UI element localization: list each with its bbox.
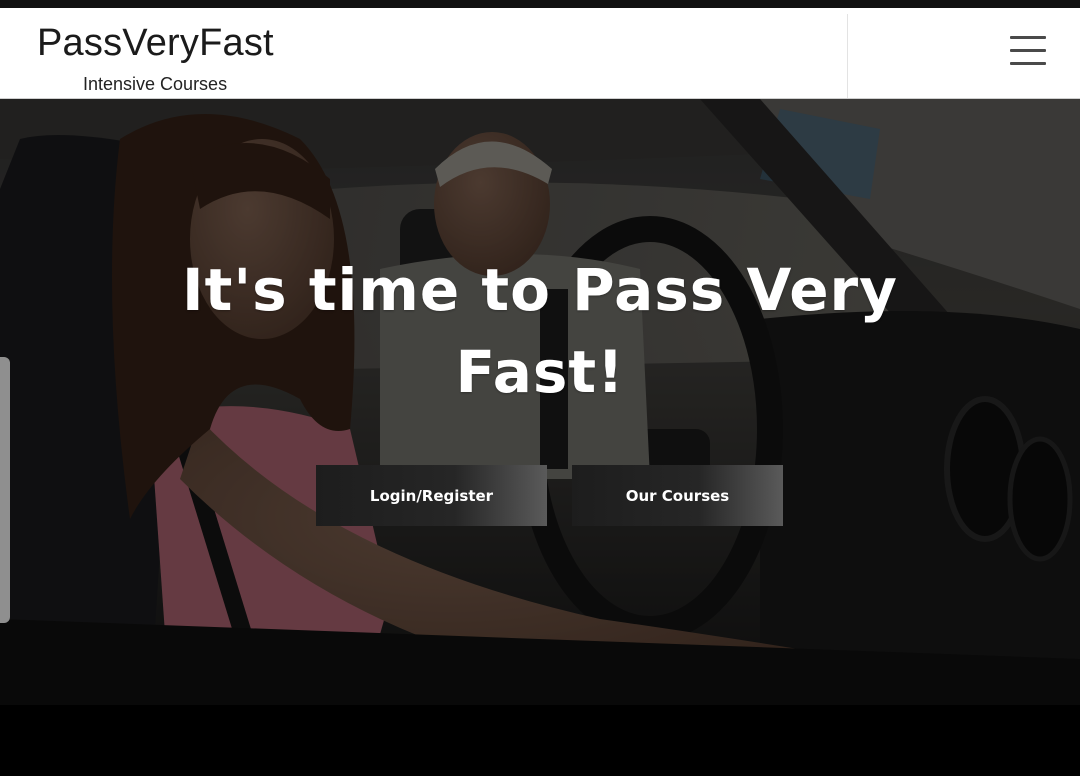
status-strip [0, 0, 1080, 8]
hero-title: It's time to Pass Very Fast! [182, 256, 898, 406]
hero-section: It's time to Pass Very Fast! Login/Regis… [0, 99, 1080, 705]
header-divider [847, 14, 848, 98]
site-logo-text[interactable]: PassVeryFast [37, 22, 274, 65]
hamburger-menu-icon[interactable] [1000, 28, 1056, 74]
site-tagline: Intensive Courses [83, 74, 228, 94]
login-register-button[interactable]: Login/Register [316, 465, 547, 526]
our-courses-button[interactable]: Our Courses [572, 465, 783, 526]
site-header: PassVeryFast Intensive Courses [0, 8, 1080, 99]
bottom-black-area [0, 705, 1080, 776]
side-drawer-handle[interactable] [0, 357, 10, 623]
